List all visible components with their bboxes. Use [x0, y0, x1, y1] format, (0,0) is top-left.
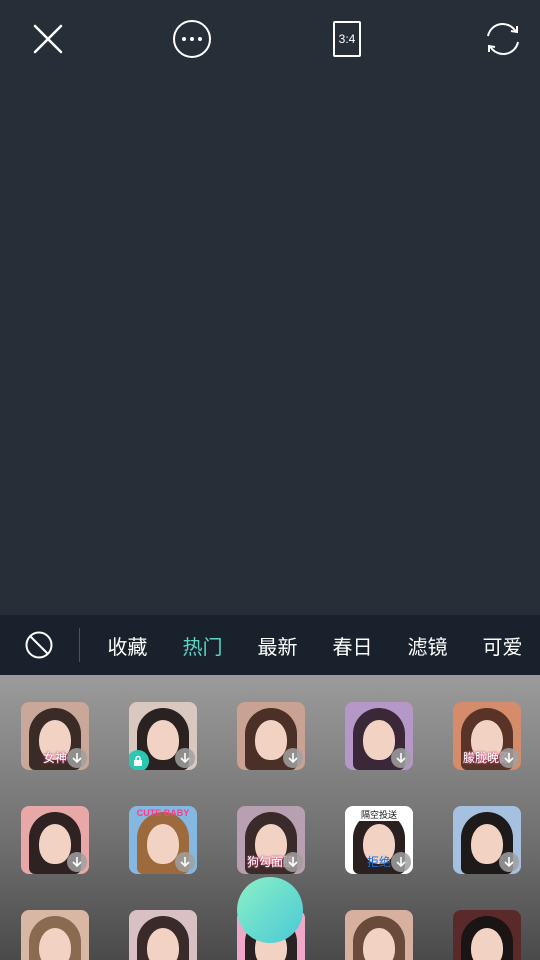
flip-camera-icon [487, 22, 519, 56]
close-icon [33, 24, 63, 54]
face-shape [471, 928, 503, 960]
sticker-top-text: 隔空投送 [345, 808, 413, 821]
face-shape [147, 720, 179, 760]
sticker-item[interactable]: 拒绝 隔空投送 [345, 806, 413, 874]
download-icon [283, 748, 303, 768]
sticker-thumbnail [345, 910, 413, 960]
more-button[interactable] [171, 18, 213, 60]
face-shape [39, 928, 71, 960]
download-icon [283, 852, 303, 872]
tab-favorites[interactable]: 收藏 [90, 631, 165, 660]
tab-cute[interactable]: 可爱 [465, 631, 540, 660]
sticker-item[interactable]: 朦胧晚霞 [453, 702, 521, 770]
sticker-item[interactable] [345, 910, 413, 960]
face-shape [39, 824, 71, 864]
aspect-ratio-button[interactable]: 3:4 [326, 18, 368, 60]
face-shape [147, 824, 179, 864]
sticker-thumbnail [21, 910, 89, 960]
download-icon [499, 852, 519, 872]
sticker-item[interactable] [453, 910, 521, 960]
tab-filters[interactable]: 滤镜 [390, 631, 465, 660]
face-shape [255, 720, 287, 760]
sticker-item[interactable] [237, 702, 305, 770]
download-icon [175, 852, 195, 872]
sticker-item[interactable] [453, 806, 521, 874]
flip-camera-button[interactable] [482, 18, 524, 60]
lock-icon [129, 750, 149, 770]
tab-spring[interactable]: 春日 [315, 631, 390, 660]
no-effect-icon [25, 631, 53, 659]
face-shape [363, 928, 395, 960]
sticker-thumbnail [129, 910, 197, 960]
close-button[interactable] [27, 18, 69, 60]
sticker-item[interactable] [21, 806, 89, 874]
download-icon [67, 852, 87, 872]
tab-hot[interactable]: 热门 [165, 631, 240, 660]
face-shape [471, 824, 503, 864]
sticker-item[interactable]: 狗勾面膜 [237, 806, 305, 874]
sticker-item[interactable] [345, 702, 413, 770]
ratio-label: 3:4 [338, 32, 356, 46]
sticker-item[interactable]: CUTE BABY [129, 806, 197, 874]
camera-preview: 3:4 [0, 0, 540, 615]
sticker-item[interactable] [21, 910, 89, 960]
download-icon [175, 748, 195, 768]
sticker-item[interactable] [129, 702, 197, 770]
sticker-badge-text: CUTE BABY [136, 808, 190, 818]
face-shape [147, 928, 179, 960]
sticker-item[interactable] [129, 910, 197, 960]
download-icon [499, 748, 519, 768]
sticker-thumbnail [453, 910, 521, 960]
more-icon [173, 20, 211, 58]
shutter-button[interactable] [237, 877, 303, 943]
sticker-item[interactable]: 女神 [21, 702, 89, 770]
tab-newest[interactable]: 最新 [240, 631, 315, 660]
face-shape [363, 720, 395, 760]
download-icon [391, 748, 411, 768]
tab-divider [78, 628, 80, 662]
download-icon [391, 852, 411, 872]
download-icon [67, 748, 87, 768]
category-tab-bar: 收藏 热门 最新 春日 滤镜 可爱 [0, 615, 540, 675]
no-effect-button[interactable] [0, 615, 79, 675]
